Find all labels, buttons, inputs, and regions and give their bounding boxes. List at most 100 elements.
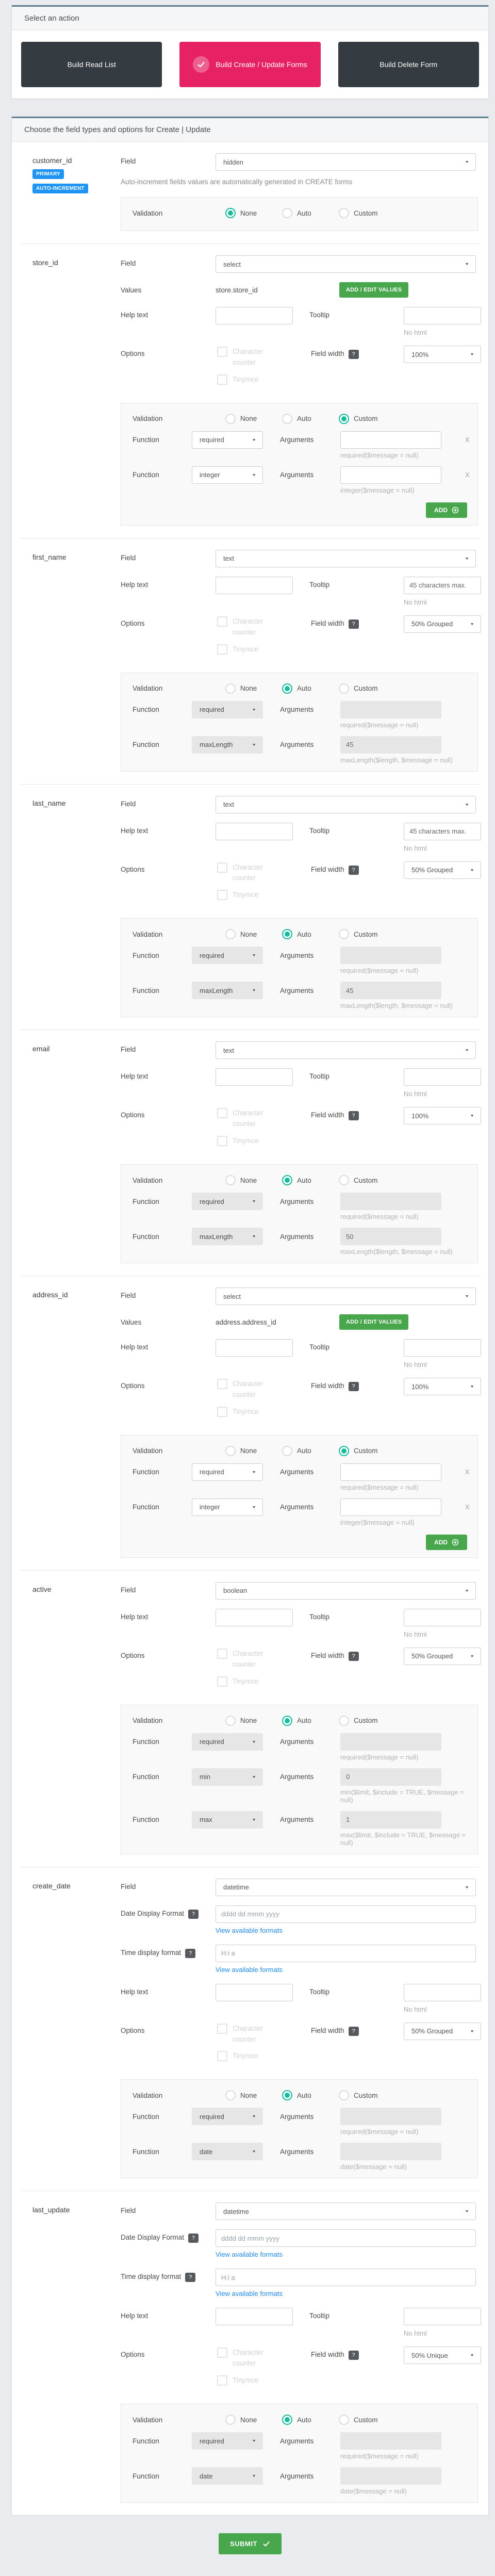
date-display-format-input[interactable] xyxy=(216,1905,476,1923)
checkbox-tinymce[interactable]: Tinymce xyxy=(217,1136,311,1147)
arguments-input[interactable] xyxy=(340,736,441,754)
time-display-format-input[interactable] xyxy=(216,1944,476,1962)
help-text-input[interactable] xyxy=(216,1608,293,1626)
tooltip-input[interactable] xyxy=(404,1339,481,1357)
field-width-select[interactable]: 50% Grouped ▼ xyxy=(404,2022,481,2040)
field-width-select[interactable]: 100% ▼ xyxy=(404,346,481,363)
function-select-required[interactable]: required ▼ xyxy=(192,700,263,719)
radio-auto[interactable]: Auto xyxy=(282,2415,339,2425)
radio-custom[interactable]: Custom xyxy=(339,1715,395,1726)
arguments-input[interactable] xyxy=(340,466,441,484)
remove-function-button[interactable]: X xyxy=(465,1503,470,1511)
tooltip-input[interactable] xyxy=(404,576,481,594)
function-select-required[interactable]: required ▼ xyxy=(192,947,263,965)
time-display-format-input[interactable] xyxy=(216,2269,476,2287)
function-select-required[interactable]: required ▼ xyxy=(192,1463,263,1481)
action-button-build-delete-form[interactable]: Build Delete Form xyxy=(338,42,479,87)
help-badge-icon[interactable]: ? xyxy=(185,1948,196,1958)
function-select-required[interactable]: required ▼ xyxy=(192,2108,263,2126)
function-select-date[interactable]: date ▼ xyxy=(192,2143,263,2161)
function-select-required[interactable]: required ▼ xyxy=(192,431,263,449)
radio-none[interactable]: None xyxy=(225,2090,282,2101)
checkbox-character-counter[interactable]: Character counter xyxy=(217,347,311,368)
checkbox-character-counter[interactable]: Character counter xyxy=(217,2347,311,2369)
radio-custom[interactable]: Custom xyxy=(339,413,395,424)
field-type-select[interactable]: datetime ▼ xyxy=(216,1878,476,1896)
radio-none[interactable]: None xyxy=(225,929,282,940)
tooltip-input[interactable] xyxy=(404,1068,481,1086)
date-display-format-input[interactable] xyxy=(216,2229,476,2247)
help-badge-icon[interactable]: ? xyxy=(348,619,359,629)
field-type-select[interactable]: text ▼ xyxy=(216,795,476,813)
arguments-input[interactable] xyxy=(340,1193,441,1211)
function-select-maxLength[interactable]: maxLength ▼ xyxy=(192,1228,263,1246)
function-select-maxLength[interactable]: maxLength ▼ xyxy=(192,736,263,754)
arguments-input[interactable] xyxy=(340,1768,441,1786)
field-type-select[interactable]: datetime ▼ xyxy=(216,2203,476,2221)
tooltip-input[interactable] xyxy=(404,2308,481,2326)
remove-function-button[interactable]: X xyxy=(465,1468,470,1476)
arguments-input[interactable] xyxy=(340,1228,441,1246)
radio-custom[interactable]: Custom xyxy=(339,683,395,694)
arguments-input[interactable] xyxy=(340,1498,441,1516)
arguments-input[interactable] xyxy=(340,947,441,965)
help-badge-icon[interactable]: ? xyxy=(348,1651,359,1661)
arguments-input[interactable] xyxy=(340,2108,441,2126)
checkbox-tinymce[interactable]: Tinymce xyxy=(217,890,311,901)
add-edit-values-button[interactable]: ADD / EDIT VALUES xyxy=(339,1314,409,1330)
radio-auto[interactable]: Auto xyxy=(282,208,339,218)
radio-none[interactable]: None xyxy=(225,683,282,694)
checkbox-character-counter[interactable]: Character counter xyxy=(217,616,311,638)
field-width-select[interactable]: 100% ▼ xyxy=(404,1107,481,1125)
help-badge-icon[interactable]: ? xyxy=(348,1382,359,1392)
help-badge-icon[interactable]: ? xyxy=(348,2026,359,2036)
arguments-input[interactable] xyxy=(340,1811,441,1829)
field-type-select[interactable]: select ▼ xyxy=(216,1287,476,1306)
action-button-build-create-update-forms[interactable]: Build Create / Update Forms xyxy=(179,42,321,87)
function-select-max[interactable]: max ▼ xyxy=(192,1811,263,1829)
radio-none[interactable]: None xyxy=(225,1445,282,1456)
radio-custom[interactable]: Custom xyxy=(339,1175,395,1186)
checkbox-tinymce[interactable]: Tinymce xyxy=(217,2051,311,2062)
view-available-formats-link[interactable]: View available formats xyxy=(216,1927,283,1934)
checkbox-character-counter[interactable]: Character counter xyxy=(217,2023,311,2045)
function-select-maxLength[interactable]: maxLength ▼ xyxy=(192,982,263,1000)
radio-auto[interactable]: Auto xyxy=(282,1445,339,1456)
radio-custom[interactable]: Custom xyxy=(339,2090,395,2101)
radio-custom[interactable]: Custom xyxy=(339,2415,395,2425)
function-select-required[interactable]: required ▼ xyxy=(192,2432,263,2450)
arguments-input[interactable] xyxy=(340,431,441,449)
remove-function-button[interactable]: X xyxy=(465,436,470,444)
checkbox-character-counter[interactable]: Character counter xyxy=(217,1648,311,1670)
checkbox-tinymce[interactable]: Tinymce xyxy=(217,1676,311,1687)
arguments-input[interactable] xyxy=(340,2143,441,2161)
help-text-input[interactable] xyxy=(216,822,293,840)
add-function-button[interactable]: ADD xyxy=(426,1534,467,1550)
field-type-select[interactable]: hidden ▼ xyxy=(216,153,476,171)
view-available-formats-link[interactable]: View available formats xyxy=(216,1966,283,1974)
help-text-input[interactable] xyxy=(216,1068,293,1086)
add-edit-values-button[interactable]: ADD / EDIT VALUES xyxy=(339,282,409,298)
help-text-input[interactable] xyxy=(216,1983,293,2001)
arguments-input[interactable] xyxy=(340,2432,441,2450)
help-text-input[interactable] xyxy=(216,1339,293,1357)
help-badge-icon[interactable]: ? xyxy=(188,1909,199,1919)
function-select-integer[interactable]: integer ▼ xyxy=(192,1498,263,1516)
remove-function-button[interactable]: X xyxy=(465,471,470,479)
help-text-input[interactable] xyxy=(216,307,293,324)
checkbox-character-counter[interactable]: Character counter xyxy=(217,1108,311,1130)
radio-auto[interactable]: Auto xyxy=(282,2090,339,2101)
help-text-input[interactable] xyxy=(216,2308,293,2326)
help-text-input[interactable] xyxy=(216,576,293,594)
help-badge-icon[interactable]: ? xyxy=(348,865,359,875)
field-type-select[interactable]: boolean ▼ xyxy=(216,1582,476,1600)
radio-custom[interactable]: Custom xyxy=(339,208,395,218)
field-width-select[interactable]: 50% Unique ▼ xyxy=(404,2346,481,2365)
radio-none[interactable]: None xyxy=(225,1715,282,1726)
help-badge-icon[interactable]: ? xyxy=(348,2351,359,2360)
radio-none[interactable]: None xyxy=(225,2415,282,2425)
help-badge-icon[interactable]: ? xyxy=(185,2273,196,2282)
radio-auto[interactable]: Auto xyxy=(282,929,339,940)
field-type-select[interactable]: text ▼ xyxy=(216,1041,476,1059)
checkbox-tinymce[interactable]: Tinymce xyxy=(217,644,311,655)
